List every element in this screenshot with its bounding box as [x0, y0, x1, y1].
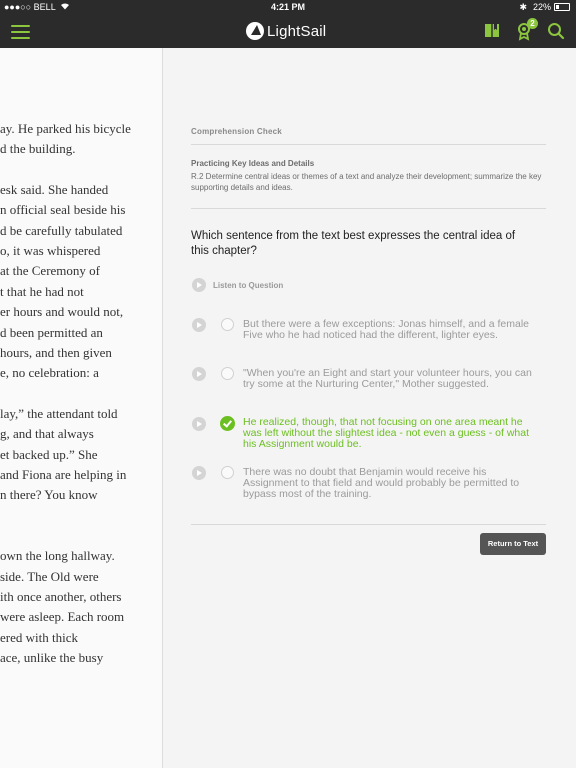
sail-logo-icon	[246, 22, 264, 40]
answer-text[interactable]: He realized, though, that not focusing o…	[243, 417, 543, 450]
brand-name: LightSail	[267, 22, 327, 40]
header-actions: 2	[470, 18, 566, 41]
reader-text-line: side. The Old were	[0, 568, 99, 584]
play-answer-icon[interactable]	[192, 318, 206, 332]
reader-text-line: er hours and would not,	[0, 304, 124, 320]
reader-text-line: ith once another, others	[0, 589, 122, 605]
reader-text-line: et backed up.” She	[0, 446, 98, 462]
reader-text-line: t that he had not	[0, 283, 84, 299]
reader-text-line: were asleep. Each room	[0, 609, 125, 625]
app-logo: LightSail	[246, 19, 326, 43]
standard-title: Practicing Key Ideas and Details	[191, 159, 315, 168]
divider	[191, 144, 546, 145]
clock: 4:21 PM	[270, 2, 305, 12]
status-bar: ●●●○○ BELL 4:21 PM ✱ 22%	[0, 0, 576, 14]
reader-text-line: ace, unlike the busy	[0, 650, 104, 666]
reader-text-line: ered with thick	[0, 629, 78, 645]
answer-text[interactable]: There was no doubt that Benjamin would r…	[243, 467, 543, 500]
bluetooth-icon: ✱	[519, 2, 527, 12]
reader-text-line: n there? You know	[0, 487, 98, 503]
checkmark-icon[interactable]	[220, 416, 235, 431]
reader-text-line: n official seal beside his	[0, 202, 126, 218]
play-answer-icon[interactable]	[192, 367, 206, 381]
reader-text-line: own the long hallway.	[0, 548, 115, 564]
section-title: Comprehension Check	[191, 127, 282, 136]
play-answer-icon[interactable]	[192, 466, 206, 480]
comprehension-panel: Comprehension Check Practicing Key Ideas…	[163, 48, 576, 768]
reader-text-line: lay,” the attendant told	[0, 405, 118, 421]
battery-icon	[554, 3, 570, 11]
book-text-panel[interactable]: ay. He parked his bicycle d the building.…	[0, 48, 163, 768]
battery-percent: 22%	[532, 2, 551, 12]
reader-text-line: d been permitted an	[0, 324, 103, 340]
reader-text-line: d the building.	[0, 141, 76, 157]
award-icon[interactable]: 2	[514, 18, 538, 41]
divider	[191, 524, 546, 525]
divider	[191, 208, 546, 209]
battery-status: ✱ 22%	[519, 2, 570, 13]
reader-text-line: e, no celebration: a	[0, 365, 99, 381]
reader-text-line: d be carefully tabulated	[0, 222, 123, 238]
reader-text-line: and Fiona are helping in	[0, 466, 127, 482]
answer-radio[interactable]	[221, 318, 234, 331]
listen-play-icon[interactable]	[192, 278, 206, 292]
return-to-text-button[interactable]: Return to Text	[480, 533, 546, 555]
answer-radio[interactable]	[221, 367, 234, 380]
menu-icon[interactable]	[11, 25, 30, 39]
answer-radio[interactable]	[221, 466, 234, 479]
reader-text-line: g, and that always	[0, 426, 94, 442]
search-icon[interactable]	[546, 21, 566, 41]
play-answer-icon[interactable]	[192, 417, 206, 431]
question-text: Which sentence from the text best expres…	[191, 230, 516, 257]
reader-text-line: esk said. She handed	[0, 182, 109, 198]
answer-text[interactable]: But there were a few exceptions: Jonas h…	[243, 319, 543, 341]
battery-fill	[556, 5, 559, 9]
reader-text-line: o, it was whispered	[0, 243, 101, 259]
notification-badge: 2	[527, 18, 538, 29]
reader-text-line: at the Ceremony of	[0, 263, 100, 279]
listen-to-question-label[interactable]: Listen to Question	[213, 281, 283, 290]
book-icon[interactable]	[482, 21, 502, 41]
reader-text-line: hours, and then given	[0, 344, 112, 360]
app-header: LightSail 2	[0, 14, 576, 48]
reader-text-line: ay. He parked his bicycle	[0, 121, 131, 136]
standard-description: R.2 Determine central ideas or themes of…	[191, 172, 542, 192]
answer-text[interactable]: "When you're an Eight and start your vol…	[243, 368, 543, 390]
